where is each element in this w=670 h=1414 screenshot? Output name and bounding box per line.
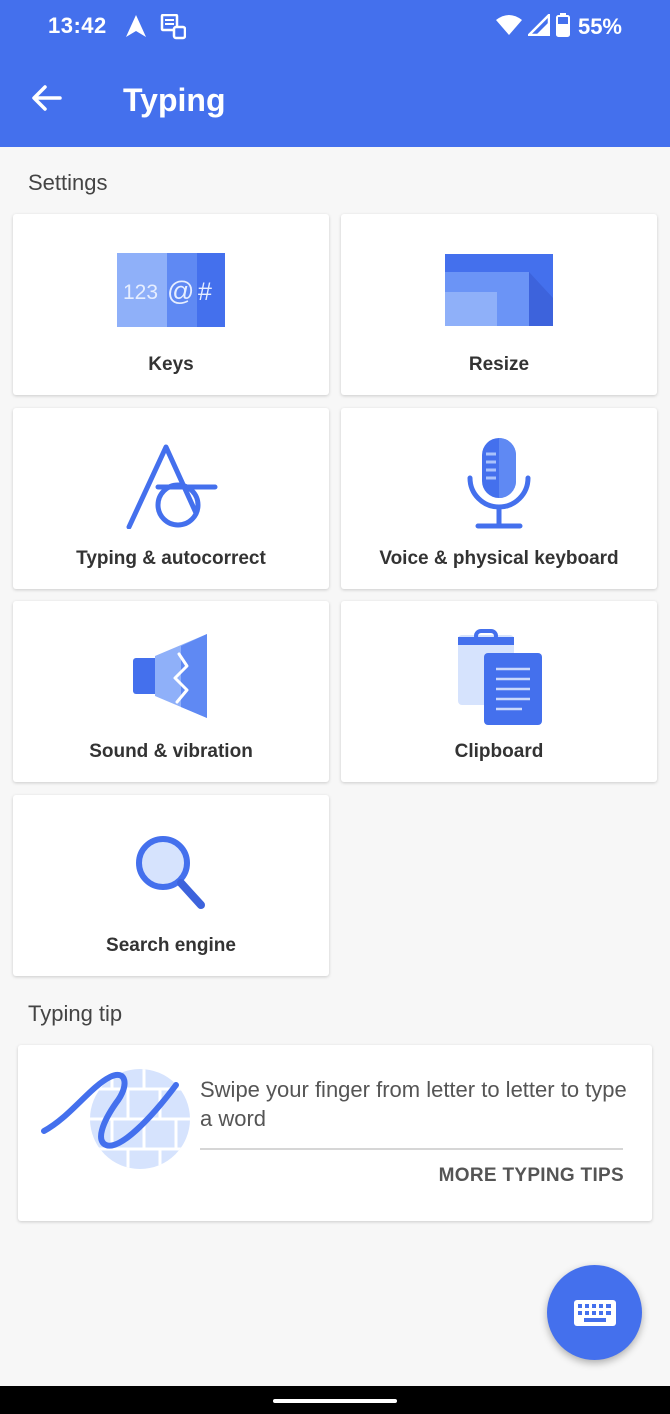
battery-icon xyxy=(555,12,570,42)
settings-heading: Settings xyxy=(28,170,108,195)
typing-autocorrect-icon xyxy=(126,444,218,529)
wifi-icon xyxy=(495,14,522,41)
navigation-icon xyxy=(126,15,146,42)
back-button[interactable] xyxy=(22,76,72,124)
keys-icon-text-hash: # xyxy=(198,278,212,306)
voice-keyboard-card[interactable]: Voice & physical keyboard xyxy=(341,408,657,589)
keys-icon: 123 @ # xyxy=(117,253,225,327)
status-bar: 13:42 55% xyxy=(0,0,670,56)
resize-icon xyxy=(445,254,553,326)
keys-card[interactable]: 123 @ # Keys xyxy=(13,214,329,395)
typing-autocorrect-label: Typing & autocorrect xyxy=(76,548,266,569)
typing-tip-card: Swipe your finger from letter to letter … xyxy=(18,1045,652,1221)
battery-percentage: 55% xyxy=(577,14,622,39)
keys-icon-text-123: 123 xyxy=(123,281,158,304)
search-engine-label: Search engine xyxy=(106,935,236,956)
page-title: Typing xyxy=(123,82,226,118)
system-navigation-bar xyxy=(0,1386,670,1414)
keys-label: Keys xyxy=(148,354,194,375)
typing-tip-heading: Typing tip xyxy=(28,1001,123,1026)
keyboard-icon xyxy=(573,1299,616,1326)
keys-icon-text-at: @ xyxy=(167,276,194,306)
search-icon xyxy=(136,836,205,909)
voice-keyboard-label: Voice & physical keyboard xyxy=(379,548,619,569)
swipe-typing-icon xyxy=(41,1069,190,1169)
message-sync-icon xyxy=(160,13,187,45)
resize-card[interactable]: Resize xyxy=(341,214,657,395)
resize-label: Resize xyxy=(468,354,530,375)
typing-tip-text: Swipe your finger from letter to letter … xyxy=(200,1077,627,1131)
cell-signal-icon xyxy=(525,11,551,41)
status-right-group: 55% xyxy=(495,11,622,42)
speaker-icon xyxy=(133,634,207,718)
status-time: 13:42 xyxy=(48,13,107,38)
more-typing-tips-link[interactable]: MORE TYPING TIPS xyxy=(439,1165,624,1187)
clipboard-label: Clipboard xyxy=(454,741,544,762)
app-bar: 13:42 55% Typing xyxy=(0,0,670,147)
keyboard-fab-button[interactable] xyxy=(547,1265,642,1360)
typing-autocorrect-card[interactable]: Typing & autocorrect xyxy=(13,408,329,589)
sound-vibration-label: Sound & vibration xyxy=(89,741,253,762)
sound-vibration-card[interactable]: Sound & vibration xyxy=(13,601,329,782)
search-engine-card[interactable]: Search engine xyxy=(13,795,329,976)
clipboard-icon xyxy=(458,629,542,725)
divider xyxy=(200,1148,623,1150)
clipboard-card[interactable]: Clipboard xyxy=(341,601,657,782)
microphone-icon xyxy=(467,438,531,529)
home-gesture-handle[interactable] xyxy=(273,1399,397,1403)
arrow-back-icon xyxy=(32,84,62,116)
